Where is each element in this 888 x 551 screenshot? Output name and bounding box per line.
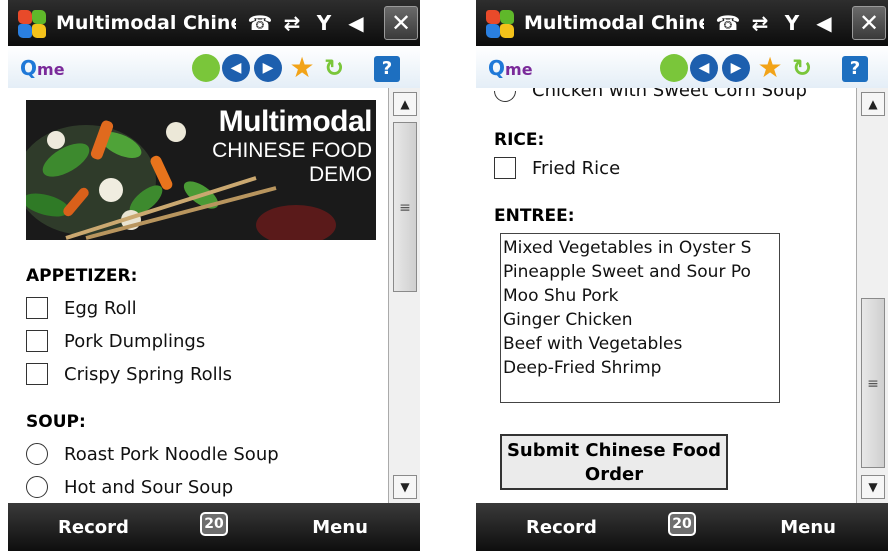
menu-softkey[interactable]: Menu xyxy=(780,517,836,538)
radio-roast-pork-noodle-soup[interactable]: Roast Pork Noodle Soup xyxy=(26,440,279,468)
help-button[interactable]: ? xyxy=(374,56,400,82)
scroll-up-icon[interactable]: ▲ xyxy=(861,92,885,116)
checkbox-egg-roll[interactable]: Egg Roll xyxy=(26,294,137,322)
phone-screen-right: Multimodal Chine ☎ ⇄ Y ◀ ✕ Qme ◀ ▶ ★ ↻ ?… xyxy=(476,0,888,551)
list-item[interactable]: Pineapple Sweet and Sour Po xyxy=(501,260,779,284)
list-item[interactable]: Mixed Vegetables in Oyster S xyxy=(501,236,779,260)
checkbox-fried-rice[interactable]: Fried Rice xyxy=(494,154,620,182)
entree-listbox[interactable]: Mixed Vegetables in Oyster S Pineapple S… xyxy=(500,233,780,403)
window-title: Multimodal Chine xyxy=(56,12,236,34)
list-item[interactable]: Deep-Fried Shrimp xyxy=(501,356,779,380)
signal-icon[interactable]: Y xyxy=(776,11,808,35)
refresh-icon[interactable]: ↻ xyxy=(320,54,348,82)
status-dot-icon[interactable] xyxy=(660,54,688,82)
appetizer-label: APPETIZER: xyxy=(26,266,138,286)
help-button[interactable]: ? xyxy=(842,56,868,82)
radio-chicken-sweet-corn-soup[interactable]: Chicken with Sweet Corn Soup xyxy=(494,88,807,104)
submit-order-button[interactable]: Submit Chinese Food Order xyxy=(500,434,728,490)
list-item[interactable]: Ginger Chicken xyxy=(501,308,779,332)
favorite-star-icon[interactable]: ★ xyxy=(756,54,784,82)
radio-button[interactable] xyxy=(26,443,48,465)
forward-arrow-icon[interactable]: ▶ xyxy=(722,54,750,82)
list-item[interactable]: Beef with Vegetables xyxy=(501,332,779,356)
scroll-up-icon[interactable]: ▲ xyxy=(393,92,417,116)
sync-icon[interactable]: ⇄ xyxy=(276,11,308,35)
phone-icon[interactable]: ☎ xyxy=(712,11,744,35)
checkbox-pork-dumplings[interactable]: Pork Dumplings xyxy=(26,327,205,355)
title-bar: Multimodal Chine ☎ ⇄ Y ◀ ✕ xyxy=(476,0,888,46)
refresh-icon[interactable]: ↻ xyxy=(788,54,816,82)
entree-label: ENTREE: xyxy=(494,206,575,226)
vertical-scrollbar[interactable]: ▲ ≡ ▼ xyxy=(388,88,420,503)
checkbox-box[interactable] xyxy=(26,330,48,352)
close-button[interactable]: ✕ xyxy=(384,6,418,40)
softkey-bar: Record 20 Menu xyxy=(8,503,420,551)
sync-icon[interactable]: ⇄ xyxy=(744,11,776,35)
keyboard-badge[interactable]: 20 xyxy=(200,512,228,536)
browser-toolbar: Qme ◀ ▶ ★ ↻ ? xyxy=(8,46,420,88)
record-softkey[interactable]: Record xyxy=(526,517,597,538)
scroll-thumb[interactable]: ≡ xyxy=(861,298,885,468)
checkbox-box[interactable] xyxy=(494,157,516,179)
soup-label: SOUP: xyxy=(26,412,86,432)
browser-toolbar: Qme ◀ ▶ ★ ↻ ? xyxy=(476,46,888,88)
vertical-scrollbar[interactable]: ▲ ≡ ▼ xyxy=(856,88,888,503)
phone-screen-left: Multimodal Chine ☎ ⇄ Y ◀ ✕ Qme ◀ ▶ ★ ↻ ? xyxy=(8,0,420,551)
radio-button[interactable] xyxy=(26,476,48,498)
back-arrow-icon[interactable]: ◀ xyxy=(690,54,718,82)
banner-title: Multimodal CHINESE FOOD DEMO xyxy=(212,105,372,186)
menu-softkey[interactable]: Menu xyxy=(312,517,368,538)
phone-icon[interactable]: ☎ xyxy=(244,11,276,35)
qme-logo[interactable]: Qme xyxy=(488,56,533,80)
volume-icon[interactable]: ◀ xyxy=(808,11,840,35)
rice-label: RICE: xyxy=(494,130,545,150)
volume-icon[interactable]: ◀ xyxy=(340,11,372,35)
radio-button[interactable] xyxy=(494,91,516,102)
favorite-star-icon[interactable]: ★ xyxy=(288,54,316,82)
scroll-down-icon[interactable]: ▼ xyxy=(861,475,885,499)
checkbox-box[interactable] xyxy=(26,363,48,385)
checkbox-box[interactable] xyxy=(26,297,48,319)
banner-image: Multimodal CHINESE FOOD DEMO xyxy=(26,100,376,240)
radio-hot-and-sour-soup[interactable]: Hot and Sour Soup xyxy=(26,473,233,501)
signal-icon[interactable]: Y xyxy=(308,11,340,35)
softkey-bar: Record 20 Menu xyxy=(476,503,888,551)
forward-arrow-icon[interactable]: ▶ xyxy=(254,54,282,82)
checkbox-crispy-spring-rolls[interactable]: Crispy Spring Rolls xyxy=(26,360,232,388)
keyboard-badge[interactable]: 20 xyxy=(668,512,696,536)
scroll-down-icon[interactable]: ▼ xyxy=(393,475,417,499)
status-dot-icon[interactable] xyxy=(192,54,220,82)
title-bar: Multimodal Chine ☎ ⇄ Y ◀ ✕ xyxy=(8,0,420,46)
close-button[interactable]: ✕ xyxy=(852,6,886,40)
back-arrow-icon[interactable]: ◀ xyxy=(222,54,250,82)
list-item[interactable]: Moo Shu Pork xyxy=(501,284,779,308)
record-softkey[interactable]: Record xyxy=(58,517,129,538)
page-content: Multimodal CHINESE FOOD DEMO APPETIZER: … xyxy=(8,88,388,503)
scroll-thumb[interactable]: ≡ xyxy=(393,122,417,292)
windows-start-icon[interactable] xyxy=(12,5,48,41)
windows-start-icon[interactable] xyxy=(480,5,516,41)
page-content: Chicken with Sweet Corn Soup RICE: Fried… xyxy=(476,88,856,503)
qme-logo[interactable]: Qme xyxy=(20,56,65,80)
window-title: Multimodal Chine xyxy=(524,12,704,34)
